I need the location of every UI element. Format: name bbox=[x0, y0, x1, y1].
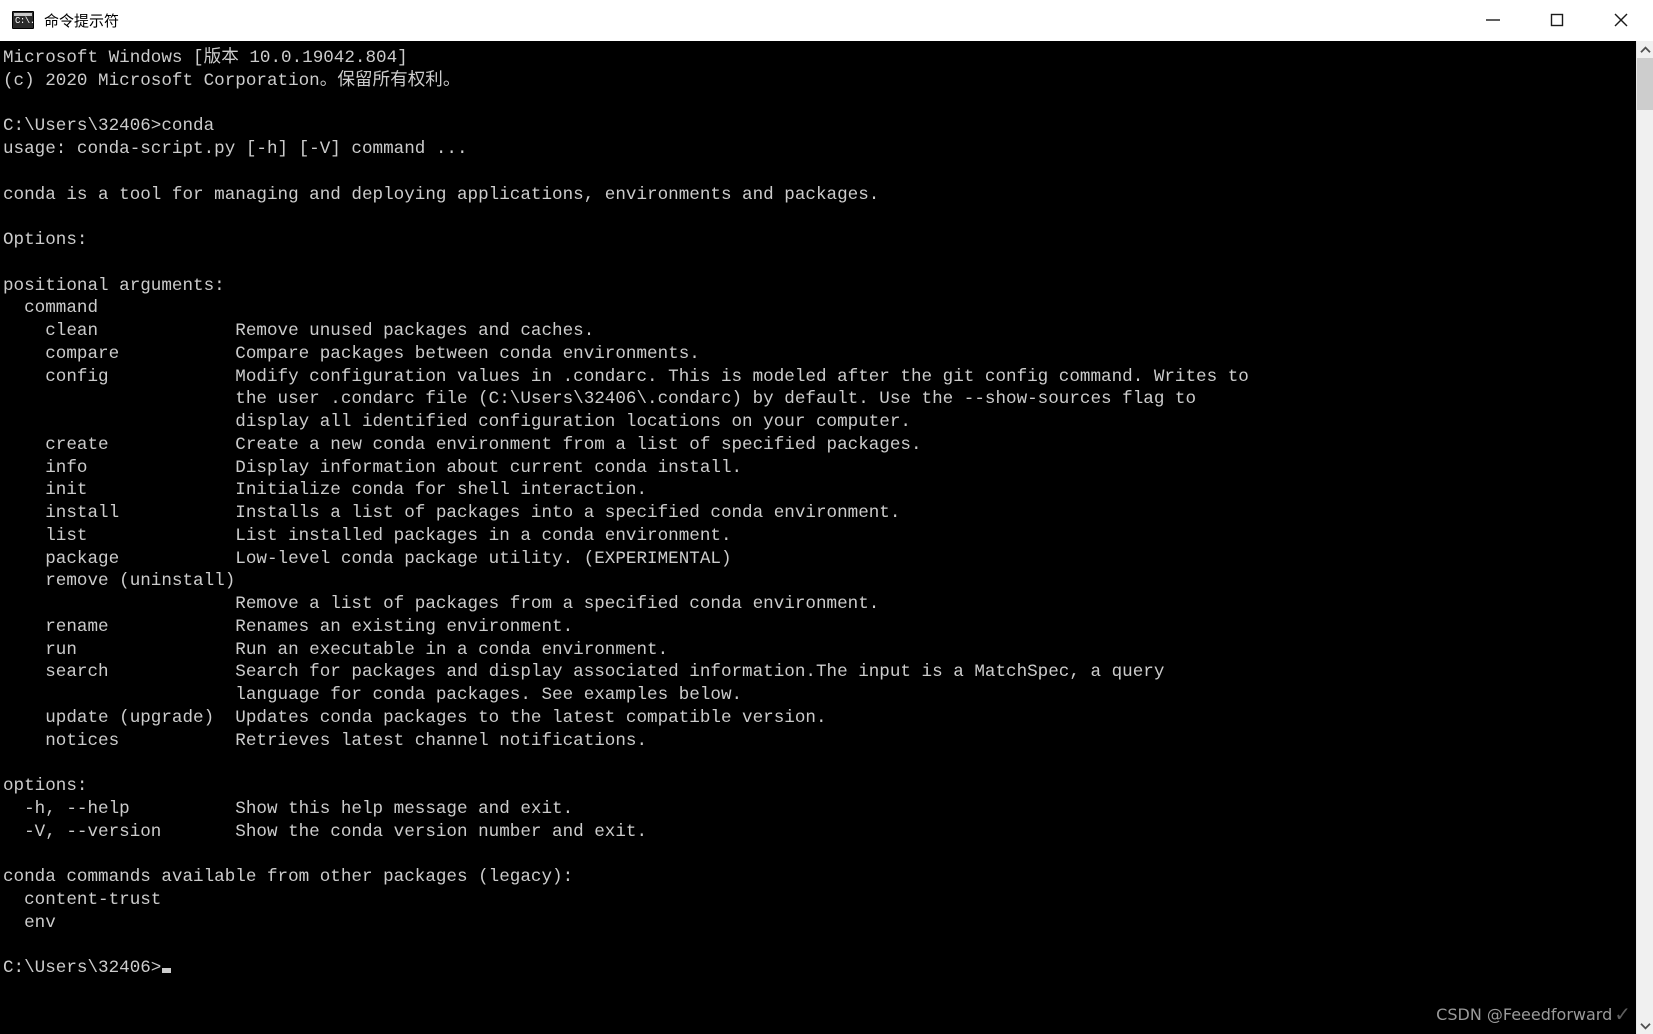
console-line: content-trust bbox=[3, 889, 162, 910]
console-line: package Low-level conda package utility.… bbox=[3, 548, 732, 569]
console-line: env bbox=[3, 912, 56, 933]
console-line: language for conda packages. See example… bbox=[3, 685, 743, 705]
titlebar-left-group: C:\. 命令提示符 bbox=[0, 10, 119, 31]
minimize-button[interactable] bbox=[1461, 0, 1525, 40]
console-line: command bbox=[3, 298, 99, 319]
console-line: (c) 2020 Microsoft Corporation。保留所有权利。 bbox=[3, 70, 461, 91]
console-line: Microsoft Windows [版本 10.0.19042.804] bbox=[3, 48, 408, 68]
console-scrollbar[interactable] bbox=[1636, 41, 1653, 1034]
console-prompt-line: C:\Users\32406> bbox=[3, 957, 1636, 980]
console-line: rename Renames an existing environment. bbox=[3, 616, 574, 637]
console-line: conda commands available from other pack… bbox=[3, 867, 574, 887]
console-line: init Initialize conda for shell interact… bbox=[3, 480, 648, 501]
window-controls bbox=[1461, 0, 1653, 40]
console-line: conda is a tool for managing and deployi… bbox=[3, 184, 880, 205]
console-line: positional arguments: bbox=[3, 275, 225, 296]
console-line: options: bbox=[3, 776, 88, 796]
window-title: 命令提示符 bbox=[44, 11, 120, 30]
console-line: usage: conda-script.py [-h] [-V] command… bbox=[3, 139, 468, 159]
console-line: Remove a list of packages from a specifi… bbox=[3, 594, 880, 614]
scrollbar-up-arrow[interactable] bbox=[1637, 41, 1653, 58]
scrollbar-down-arrow[interactable] bbox=[1637, 1017, 1653, 1034]
scrollbar-track[interactable] bbox=[1637, 58, 1653, 1017]
console-line: config Modify configuration values in .c… bbox=[3, 366, 1249, 387]
console-area: Microsoft Windows [版本 10.0.19042.804] (c)… bbox=[0, 41, 1653, 1034]
console-line: -h, --help Show this help message and ex… bbox=[3, 798, 574, 819]
scrollbar-thumb[interactable] bbox=[1637, 58, 1653, 110]
window-titlebar[interactable]: C:\. 命令提示符 bbox=[0, 0, 1653, 41]
console-line: compare Compare packages between conda e… bbox=[3, 343, 700, 364]
close-button[interactable] bbox=[1589, 0, 1653, 40]
cmd-icon: C:\. bbox=[12, 11, 35, 29]
console-line: search Search for packages and display a… bbox=[3, 662, 1165, 683]
console-line: create Create a new conda environment fr… bbox=[3, 434, 922, 455]
command-prompt-window: C:\. 命令提示符 Microsoft Windows [版本 10.0.19… bbox=[0, 0, 1653, 1034]
console-line: the user .condarc file (C:\Users\32406\.… bbox=[3, 389, 1197, 410]
console-line: display all identified configuration loc… bbox=[3, 412, 911, 432]
console-line: -V, --version Show the conda version num… bbox=[3, 821, 648, 842]
cmd-icon-glyph: C:\. bbox=[15, 16, 35, 26]
console-line: remove (uninstall) bbox=[3, 571, 236, 592]
console-line: clean Remove unused packages and caches. bbox=[3, 321, 595, 341]
console-line: info Display information about current c… bbox=[3, 457, 743, 478]
text-cursor bbox=[162, 968, 172, 973]
console-line: list List installed packages in a conda … bbox=[3, 525, 732, 546]
console-prompt-text: C:\Users\32406> bbox=[3, 958, 162, 978]
console-line: notices Retrieves latest channel notific… bbox=[3, 730, 648, 751]
console-line: Options: bbox=[3, 230, 88, 250]
maximize-button[interactable] bbox=[1525, 0, 1589, 40]
console-line: run Run an executable in a conda environ… bbox=[3, 639, 669, 660]
console-output[interactable]: Microsoft Windows [版本 10.0.19042.804] (c)… bbox=[1, 41, 1636, 1034]
console-line: update (upgrade) Updates conda packages … bbox=[3, 707, 827, 728]
console-line: C:\Users\32406>conda bbox=[3, 116, 215, 137]
console-line: install Installs a list of packages into… bbox=[3, 503, 901, 523]
